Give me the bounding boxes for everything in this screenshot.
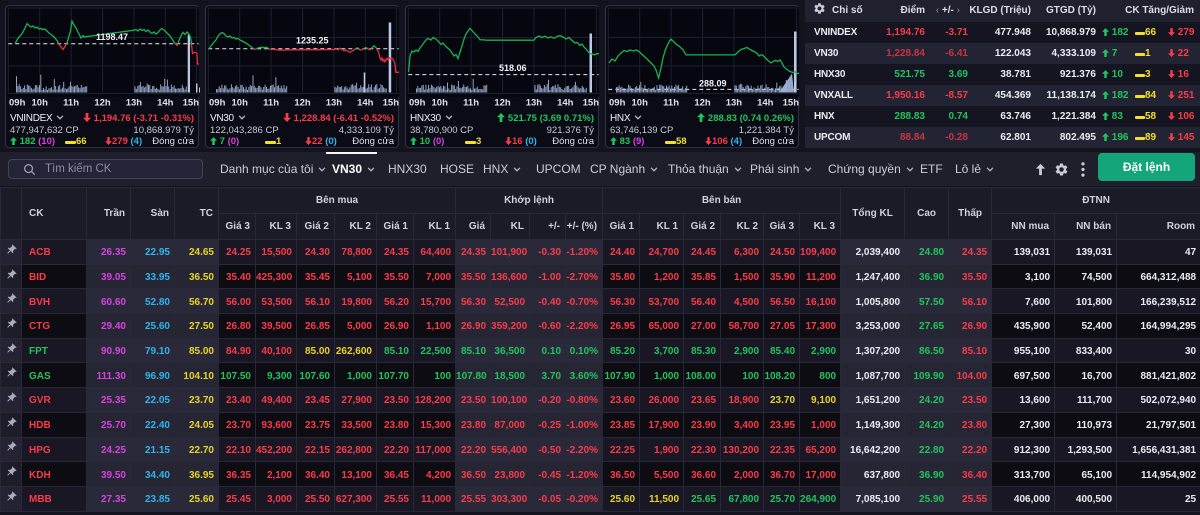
svg-text:09h: 09h [9, 98, 26, 109]
svg-text:12h: 12h [294, 98, 311, 109]
svg-text:288.09: 288.09 [699, 79, 727, 89]
svg-text:11h: 11h [263, 98, 279, 109]
svg-text:11h: 11h [63, 98, 79, 109]
svg-text:09h: 09h [209, 98, 226, 109]
svg-text:11h: 11h [463, 98, 479, 109]
svg-text:14h: 14h [357, 98, 374, 109]
svg-text:13h: 13h [326, 98, 343, 109]
svg-text:13h: 13h [526, 98, 543, 109]
svg-text:14h: 14h [757, 98, 774, 109]
svg-text:13h: 13h [726, 98, 743, 109]
svg-text:1198.47: 1198.47 [96, 32, 128, 42]
svg-text:12h: 12h [694, 98, 711, 109]
svg-text:15h: 15h [183, 98, 200, 109]
svg-text:1235.25: 1235.25 [296, 36, 329, 46]
svg-text:14h: 14h [157, 98, 174, 109]
svg-text:14h: 14h [557, 98, 574, 109]
svg-text:11h: 11h [663, 98, 679, 109]
svg-text:10h: 10h [632, 98, 649, 109]
svg-text:09h: 09h [609, 98, 626, 109]
svg-text:12h: 12h [494, 98, 511, 109]
svg-text:15h: 15h [383, 98, 400, 109]
svg-text:15h: 15h [783, 98, 800, 109]
svg-text:13h: 13h [126, 98, 143, 109]
svg-text:518.06: 518.06 [499, 63, 527, 73]
svg-text:12h: 12h [94, 98, 111, 109]
svg-text:15h: 15h [583, 98, 600, 109]
svg-text:10h: 10h [232, 98, 249, 109]
svg-text:10h: 10h [32, 98, 49, 109]
svg-text:09h: 09h [409, 98, 426, 109]
svg-text:10h: 10h [432, 98, 449, 109]
